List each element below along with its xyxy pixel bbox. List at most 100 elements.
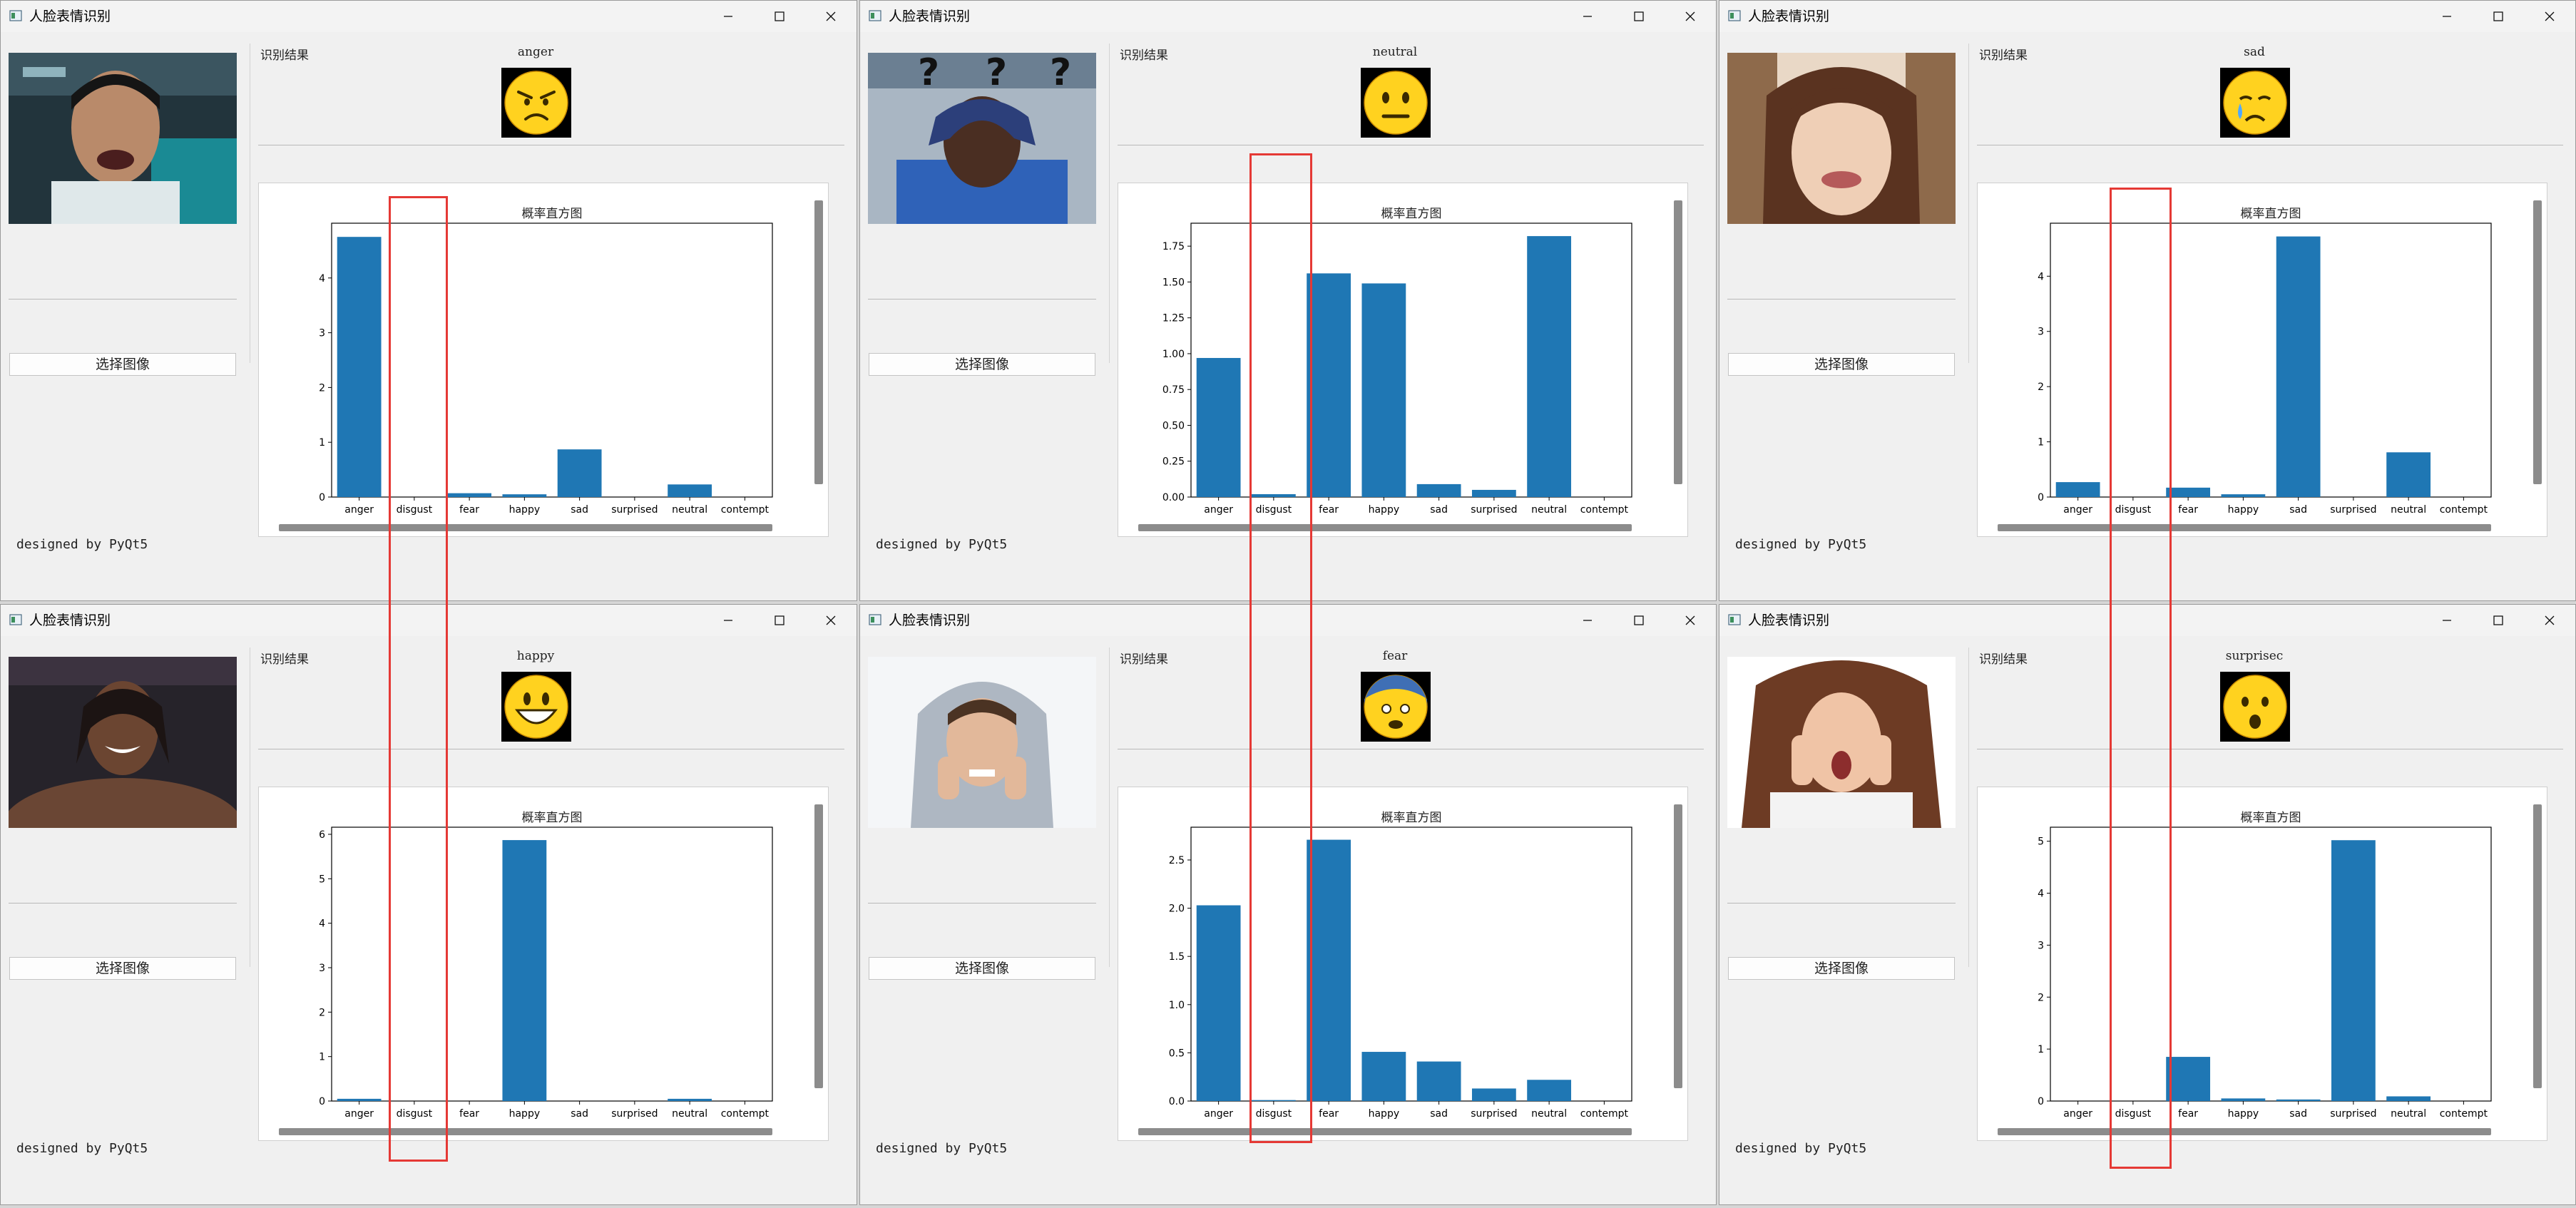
x-tick-label-fear: fear	[2178, 504, 2198, 516]
maximize-button[interactable]	[2473, 605, 2524, 636]
minimize-button[interactable]	[2421, 1, 2473, 32]
vertical-scrollbar[interactable]	[2533, 804, 2542, 1088]
close-button[interactable]	[2524, 605, 2575, 636]
x-tick-label-disgust: disgust	[2115, 1108, 2152, 1120]
select-image-button[interactable]: 选择图像	[869, 353, 1095, 376]
x-tick-label-happy: happy	[1369, 504, 1400, 516]
title-bar[interactable]: 人脸表情识别	[1719, 605, 2575, 636]
x-tick-label-neutral: neutral	[672, 1108, 707, 1120]
horizontal-scrollbar[interactable]	[1138, 524, 1632, 531]
panel-splitter[interactable]	[1968, 43, 1969, 363]
x-tick-label-disgust: disgust	[397, 1108, 433, 1120]
title-bar[interactable]: 人脸表情识别	[860, 605, 1716, 636]
minimize-button[interactable]	[702, 605, 754, 636]
svg-text:?: ?	[918, 53, 939, 94]
close-button[interactable]	[805, 605, 857, 636]
result-label: 识别结果	[1120, 48, 1168, 63]
app-window-icon	[869, 9, 881, 22]
close-button[interactable]	[1665, 605, 1716, 636]
horizontal-scrollbar[interactable]	[1998, 524, 2491, 531]
y-tick-label: 1	[2038, 1044, 2044, 1055]
title-bar[interactable]: 人脸表情识别	[1, 1, 857, 32]
title-bar[interactable]: 人脸表情识别	[860, 1, 1716, 32]
select-image-button[interactable]: 选择图像	[9, 353, 236, 376]
y-tick-label: 0.75	[1162, 384, 1185, 396]
title-bar[interactable]: 人脸表情识别	[1719, 1, 2575, 32]
title-bar[interactable]: 人脸表情识别	[1, 605, 857, 636]
face-photo	[868, 657, 1096, 828]
maximize-button[interactable]	[754, 1, 805, 32]
minimize-button[interactable]	[1562, 1, 1613, 32]
bar-disgust	[1251, 1100, 1296, 1101]
x-tick-label-happy: happy	[2228, 1108, 2259, 1120]
x-tick-label-happy: happy	[1369, 1108, 1400, 1120]
close-button[interactable]	[2524, 1, 2575, 32]
panel-splitter[interactable]	[1968, 647, 1969, 967]
plot-area	[2050, 826, 2492, 1102]
bar-neutral	[1527, 1080, 1572, 1101]
x-tick-label-fear: fear	[1319, 504, 1339, 516]
y-tick-label: 6	[319, 829, 325, 841]
maximize-button[interactable]	[2473, 1, 2524, 32]
face-photo	[1727, 657, 1956, 828]
predicted-emotion: happy	[516, 649, 555, 663]
footer-credit: designed by PyQt5	[876, 537, 1008, 552]
angry-face-icon	[501, 68, 571, 138]
crying-face-icon	[2220, 68, 2290, 138]
horizontal-scrollbar[interactable]	[279, 1128, 772, 1135]
y-tick-label: 0	[2038, 1096, 2044, 1107]
horizontal-scrollbar[interactable]	[1998, 1128, 2491, 1135]
close-button[interactable]	[805, 1, 857, 32]
y-tick-label: 4	[319, 918, 325, 930]
x-tick-label-sad: sad	[1430, 1108, 1448, 1120]
x-tick-label-neutral: neutral	[2391, 504, 2426, 516]
y-tick-label: 1.0	[1169, 1000, 1185, 1011]
bar-sad	[2276, 1099, 2321, 1101]
predicted-emotion: fear	[1382, 649, 1408, 663]
left-divider	[9, 903, 237, 904]
horizontal-scrollbar[interactable]	[279, 524, 772, 531]
select-image-button[interactable]: 选择图像	[1728, 957, 1955, 980]
select-image-button[interactable]: 选择图像	[869, 957, 1095, 980]
minimize-button[interactable]	[702, 1, 754, 32]
y-tick-label: 2	[2038, 992, 2044, 1003]
x-tick-label-fear: fear	[459, 1108, 479, 1120]
y-tick-label: 0.25	[1162, 456, 1185, 468]
close-button[interactable]	[1665, 1, 1716, 32]
y-tick-label: 1	[2038, 437, 2044, 449]
maximize-button[interactable]	[1613, 1, 1665, 32]
vertical-scrollbar[interactable]	[1674, 200, 1682, 484]
chart-title: 概率直方图	[1381, 811, 1442, 825]
select-image-button[interactable]: 选择图像	[1728, 353, 1955, 376]
probability-histogram: 概率直方图 0 1 2 3 4 5 6 anger disgust fear happy sad surp…	[258, 787, 829, 1141]
vertical-scrollbar[interactable]	[814, 200, 823, 484]
panel-splitter[interactable]	[1109, 43, 1110, 363]
y-tick-label: 3	[2038, 327, 2044, 338]
maximize-button[interactable]	[1613, 605, 1665, 636]
predicted-emotion: anger	[517, 45, 554, 59]
bar-anger	[1196, 905, 1241, 1101]
minimize-button[interactable]	[1562, 605, 1613, 636]
vertical-scrollbar[interactable]	[2533, 200, 2542, 484]
x-tick-label-sad: sad	[2289, 504, 2307, 516]
x-tick-label-sad: sad	[571, 504, 588, 516]
y-tick-label: 4	[2038, 271, 2044, 282]
x-tick-label-surprised: surprised	[1471, 504, 1517, 516]
x-tick-label-anger: anger	[344, 1108, 374, 1120]
left-divider	[9, 299, 237, 300]
window-title: 人脸表情识别	[1748, 613, 1830, 628]
probability-histogram: 概率直方图 0.00 0.25 0.50 0.75 1.00 1.25 1.50 1.75 ang…	[1118, 183, 1688, 537]
minimize-button[interactable]	[2421, 605, 2473, 636]
vertical-scrollbar[interactable]	[1674, 804, 1682, 1088]
x-tick-label-contempt: contempt	[1580, 504, 1629, 516]
panel-splitter[interactable]	[1109, 647, 1110, 967]
predicted-emotion: neutral	[1372, 45, 1418, 59]
bar-sad	[557, 449, 602, 497]
horizontal-scrollbar[interactable]	[1138, 1128, 1632, 1135]
left-divider	[1727, 903, 1956, 904]
y-tick-label: 4	[319, 273, 325, 285]
maximize-button[interactable]	[754, 605, 805, 636]
vertical-scrollbar[interactable]	[814, 804, 823, 1088]
select-image-button[interactable]: 选择图像	[9, 957, 236, 980]
neutral-face-icon	[1361, 68, 1431, 138]
